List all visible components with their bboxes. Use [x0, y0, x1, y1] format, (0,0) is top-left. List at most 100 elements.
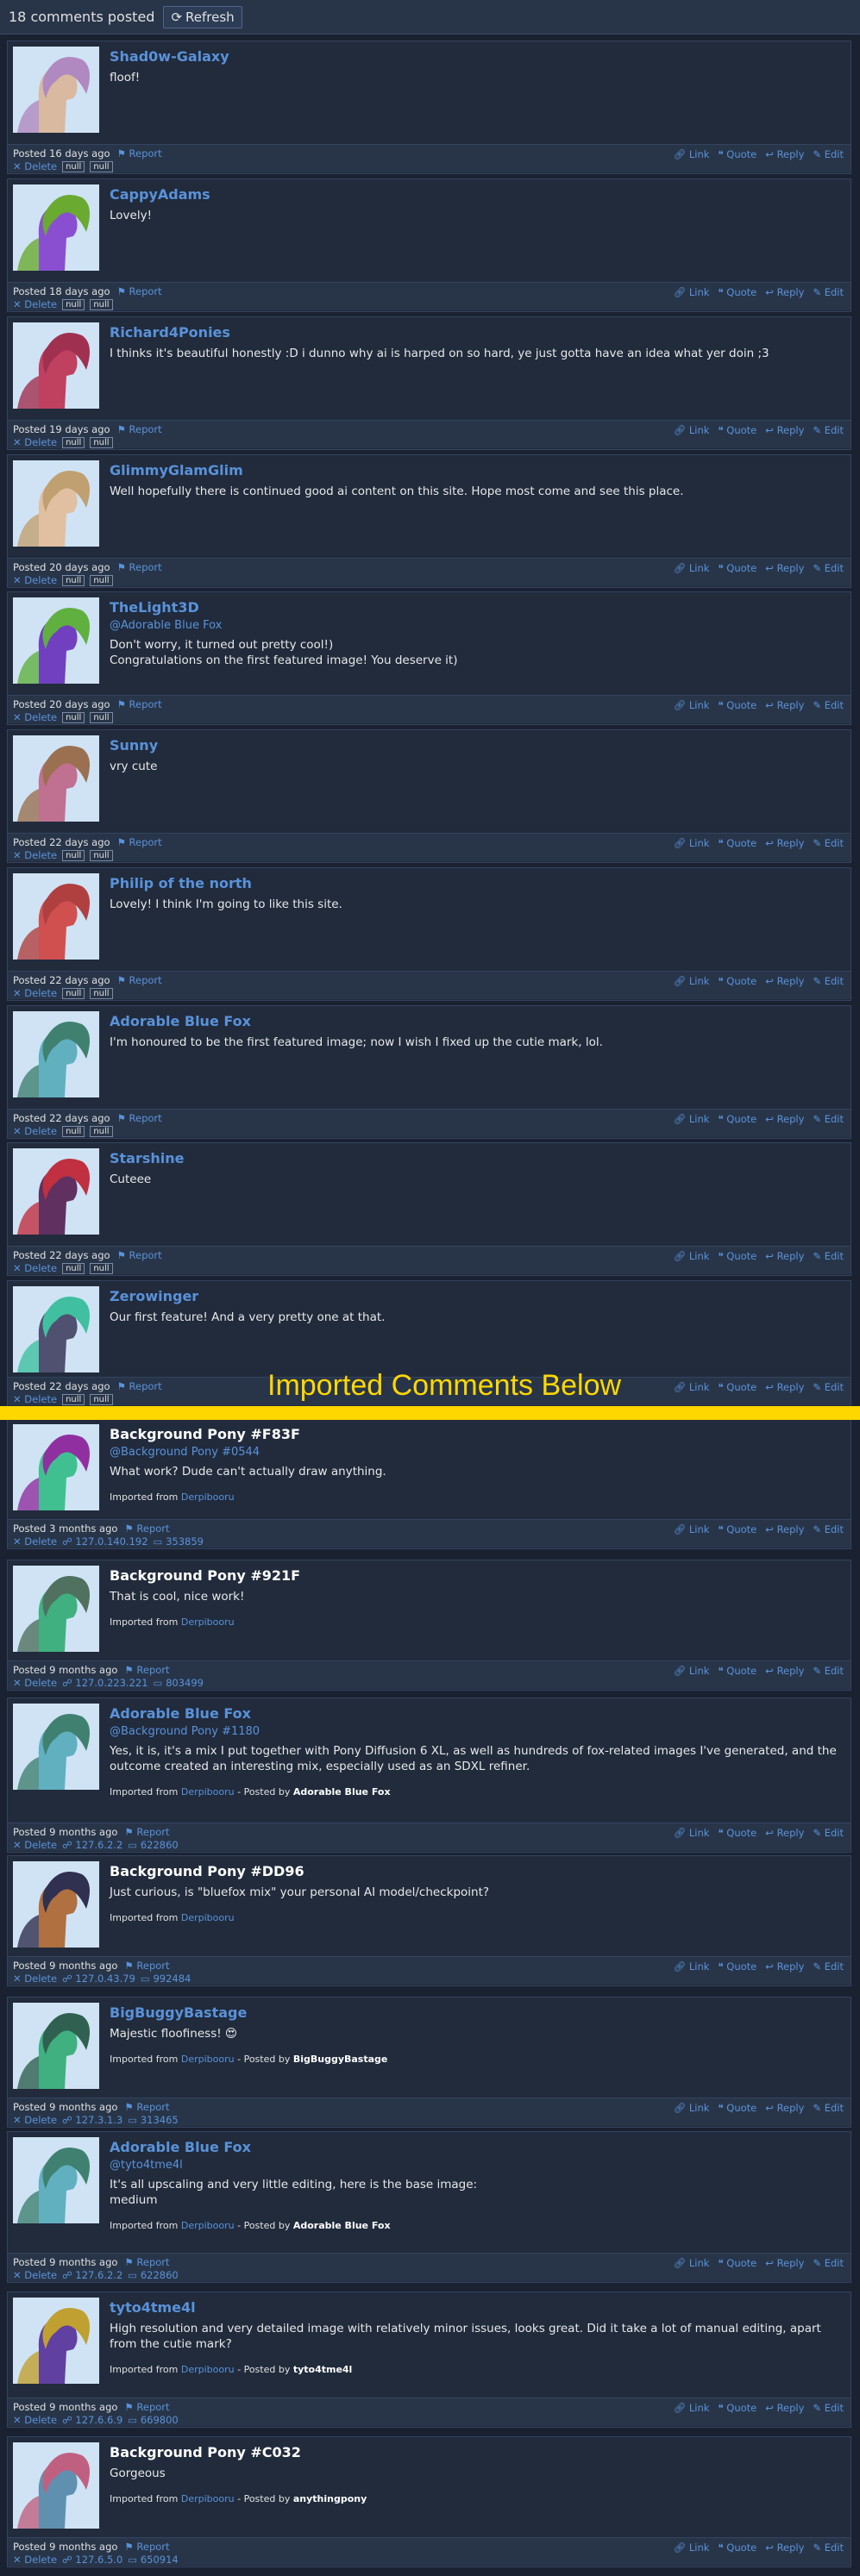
comment-author[interactable]: Background Pony #DD96 — [110, 1863, 845, 1879]
reply-button[interactable]: ↩ Reply — [765, 1381, 804, 1393]
link-button[interactable]: 🔗︎ Link — [674, 975, 710, 987]
comment-author[interactable]: BigBuggyBastage — [110, 2004, 845, 2021]
link-button[interactable]: 🔗︎ Link — [674, 837, 710, 849]
avatar[interactable] — [13, 2003, 99, 2089]
ip-tag[interactable]: null — [62, 849, 85, 861]
avatar[interactable] — [13, 1424, 99, 1510]
link-button[interactable]: 🔗︎ Link — [674, 1381, 710, 1393]
delete-link[interactable]: ✕ Delete — [13, 1973, 57, 1985]
avatar[interactable] — [13, 322, 99, 409]
quote-button[interactable]: ❝ Quote — [718, 2402, 756, 2414]
quote-button[interactable]: ❝ Quote — [718, 699, 756, 711]
delete-link[interactable]: ✕ Delete — [13, 298, 57, 310]
delete-link[interactable]: ✕ Delete — [13, 987, 57, 999]
delete-link[interactable]: ✕ Delete — [13, 1535, 57, 1547]
report-link[interactable]: ⚑ Report — [124, 1960, 169, 1972]
ip-address[interactable]: ☍ 127.3.1.3 — [62, 2114, 122, 2126]
edit-button[interactable]: ✎ Edit — [813, 2402, 844, 2414]
ip-address[interactable]: ☍ 127.0.140.192 — [62, 1535, 148, 1547]
fingerprint-tag[interactable]: null — [90, 987, 113, 999]
imported-source-link[interactable]: Derpibooru — [181, 2220, 235, 2231]
fingerprint-tag[interactable]: null — [90, 849, 113, 861]
quote-button[interactable]: ❝ Quote — [718, 1250, 756, 1262]
fingerprint[interactable]: ▭ 622860 — [128, 2269, 178, 2281]
link-button[interactable]: 🔗︎ Link — [674, 2102, 710, 2114]
avatar[interactable] — [13, 873, 99, 960]
comment-author[interactable]: CappyAdams — [110, 186, 845, 203]
edit-button[interactable]: ✎ Edit — [813, 837, 844, 849]
link-button[interactable]: 🔗︎ Link — [674, 2542, 710, 2554]
avatar[interactable] — [13, 2442, 99, 2529]
reply-button[interactable]: ↩ Reply — [765, 424, 804, 436]
fingerprint-tag[interactable]: null — [90, 1393, 113, 1405]
delete-link[interactable]: ✕ Delete — [13, 711, 57, 723]
delete-link[interactable]: ✕ Delete — [13, 1677, 57, 1689]
comment-author[interactable]: Adorable Blue Fox — [110, 1705, 845, 1722]
quote-button[interactable]: ❝ Quote — [718, 837, 756, 849]
quote-button[interactable]: ❝ Quote — [718, 2102, 756, 2114]
edit-button[interactable]: ✎ Edit — [813, 1250, 844, 1262]
edit-button[interactable]: ✎ Edit — [813, 1523, 844, 1535]
fingerprint[interactable]: ▭ 353859 — [154, 1535, 204, 1547]
ip-address[interactable]: ☍ 127.6.2.2 — [62, 2269, 122, 2281]
ip-tag[interactable]: null — [62, 1393, 85, 1405]
comment-author[interactable]: Background Pony #F83F — [110, 1426, 845, 1442]
delete-link[interactable]: ✕ Delete — [13, 1262, 57, 1274]
report-link[interactable]: ⚑ Report — [117, 1112, 162, 1124]
quote-button[interactable]: ❝ Quote — [718, 1827, 756, 1839]
imported-source-link[interactable]: Derpibooru — [181, 1491, 235, 1503]
edit-button[interactable]: ✎ Edit — [813, 286, 844, 298]
avatar[interactable] — [13, 1861, 99, 1948]
edit-button[interactable]: ✎ Edit — [813, 975, 844, 987]
delete-link[interactable]: ✕ Delete — [13, 1125, 57, 1137]
fingerprint[interactable]: ▭ 622860 — [128, 1839, 178, 1851]
reply-button[interactable]: ↩ Reply — [765, 2542, 804, 2554]
link-button[interactable]: 🔗︎ Link — [674, 148, 710, 160]
avatar[interactable] — [13, 2137, 99, 2223]
quote-button[interactable]: ❝ Quote — [718, 286, 756, 298]
imported-source-link[interactable]: Derpibooru — [181, 1616, 235, 1628]
comment-mention[interactable]: @Adorable Blue Fox — [110, 619, 845, 632]
quote-button[interactable]: ❝ Quote — [718, 2542, 756, 2554]
quote-button[interactable]: ❝ Quote — [718, 1665, 756, 1677]
link-button[interactable]: 🔗︎ Link — [674, 562, 710, 574]
fingerprint[interactable]: ▭ 313465 — [128, 2114, 178, 2126]
imported-source-link[interactable]: Derpibooru — [181, 2054, 235, 2065]
report-link[interactable]: ⚑ Report — [124, 1664, 169, 1676]
fingerprint-tag[interactable]: null — [90, 436, 113, 448]
delete-link[interactable]: ✕ Delete — [13, 574, 57, 586]
ip-tag[interactable]: null — [62, 1125, 85, 1137]
comment-author[interactable]: Adorable Blue Fox — [110, 2139, 845, 2155]
link-button[interactable]: 🔗︎ Link — [674, 424, 710, 436]
fingerprint[interactable]: ▭ 650914 — [128, 2554, 178, 2566]
quote-button[interactable]: ❝ Quote — [718, 1113, 756, 1125]
ip-address[interactable]: ☍ 127.0.223.221 — [62, 1677, 148, 1689]
ip-tag[interactable]: null — [62, 160, 85, 172]
report-link[interactable]: ⚑ Report — [124, 2541, 169, 2553]
avatar[interactable] — [13, 597, 99, 684]
comment-author[interactable]: Sunny — [110, 737, 845, 753]
link-button[interactable]: 🔗︎ Link — [674, 1113, 710, 1125]
avatar[interactable] — [13, 1011, 99, 1097]
report-link[interactable]: ⚑ Report — [117, 561, 162, 573]
fingerprint-tag[interactable]: null — [90, 160, 113, 172]
avatar[interactable] — [13, 184, 99, 271]
ip-tag[interactable]: null — [62, 711, 85, 723]
report-link[interactable]: ⚑ Report — [117, 1249, 162, 1261]
edit-button[interactable]: ✎ Edit — [813, 148, 844, 160]
quote-button[interactable]: ❝ Quote — [718, 1960, 756, 1973]
ip-tag[interactable]: null — [62, 298, 85, 310]
comment-author[interactable]: Starshine — [110, 1150, 845, 1166]
avatar[interactable] — [13, 1704, 99, 1790]
report-link[interactable]: ⚑ Report — [117, 423, 162, 435]
link-button[interactable]: 🔗︎ Link — [674, 2257, 710, 2269]
avatar[interactable] — [13, 1286, 99, 1372]
fingerprint-tag[interactable]: null — [90, 1262, 113, 1274]
quote-button[interactable]: ❝ Quote — [718, 975, 756, 987]
reply-button[interactable]: ↩ Reply — [765, 1665, 804, 1677]
comment-author[interactable]: Adorable Blue Fox — [110, 1013, 845, 1029]
quote-button[interactable]: ❝ Quote — [718, 1523, 756, 1535]
ip-tag[interactable]: null — [62, 1262, 85, 1274]
reply-button[interactable]: ↩ Reply — [765, 1250, 804, 1262]
report-link[interactable]: ⚑ Report — [124, 1522, 169, 1535]
